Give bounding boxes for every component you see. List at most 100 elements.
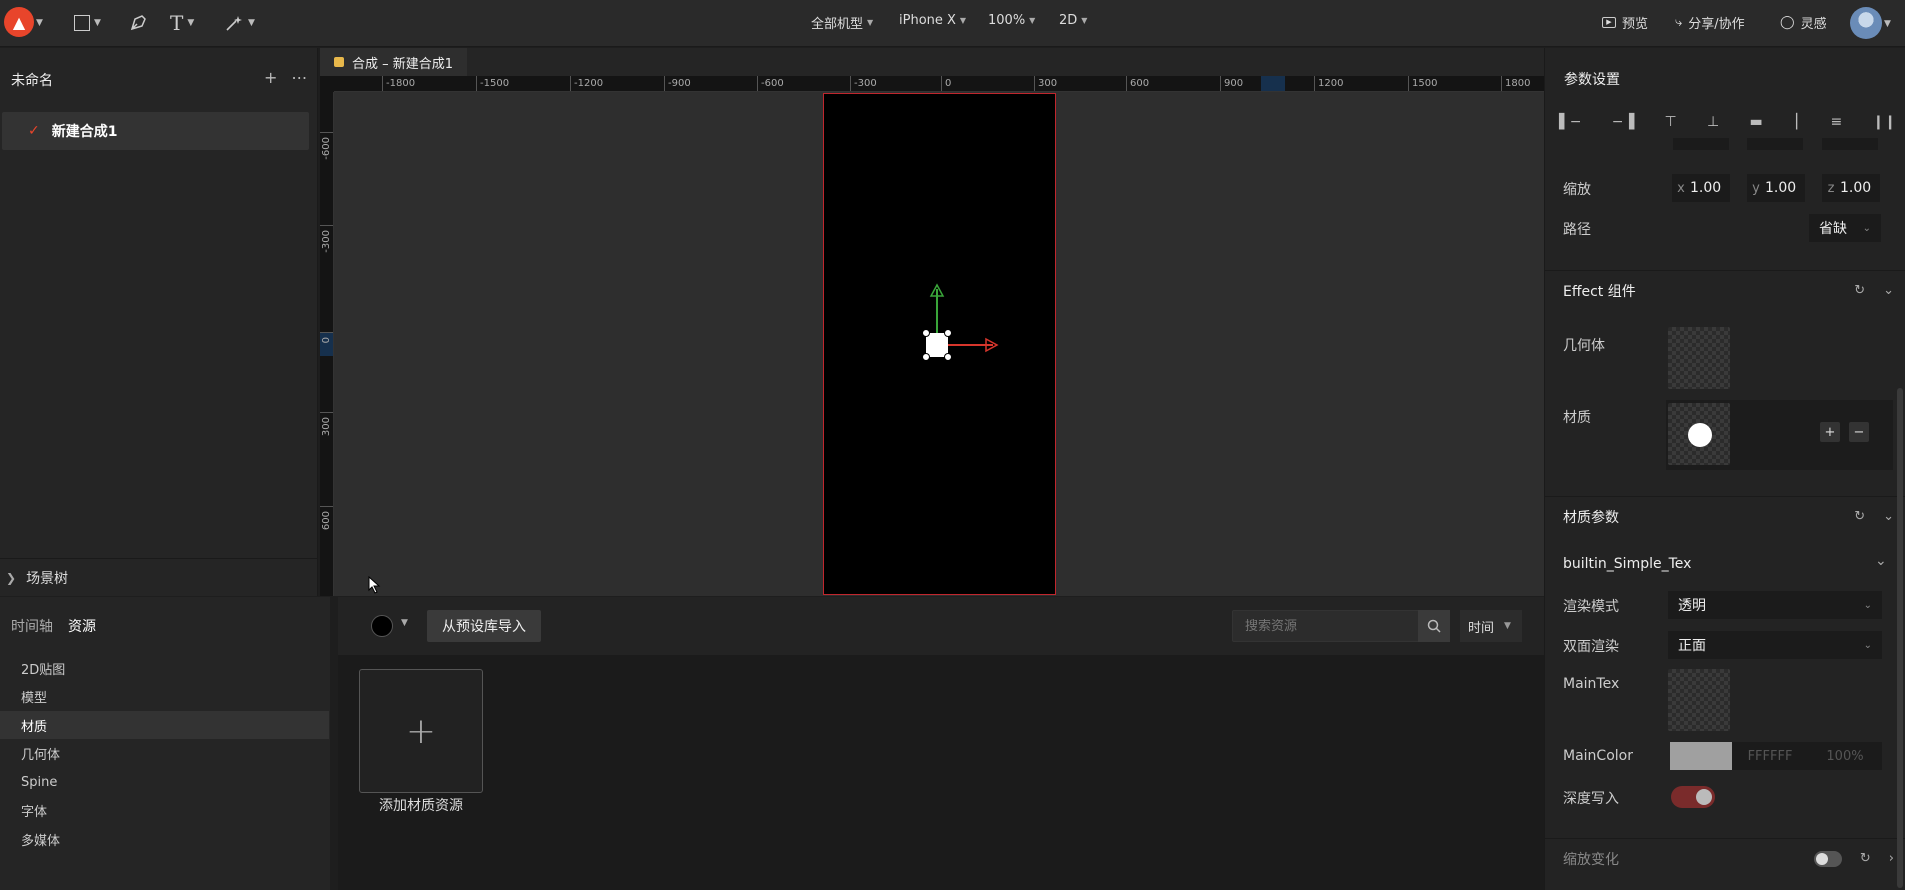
ruler-tick: 1800: [1501, 76, 1530, 91]
maincolor-swatch[interactable]: [1670, 742, 1732, 770]
logo-menu-button[interactable]: ▼: [36, 11, 43, 35]
maincolor-alpha-field[interactable]: 100%: [1808, 742, 1882, 770]
ruler-tick: -1800: [382, 76, 415, 91]
reset-icon[interactable]: ↻: [1860, 851, 1871, 866]
canvas-viewport[interactable]: [334, 92, 1544, 596]
rotation-row-clipped: [1545, 138, 1905, 150]
search-input[interactable]: [1233, 618, 1403, 634]
resource-type-item[interactable]: Spine: [0, 768, 329, 796]
sort-dropdown[interactable]: 时间 ▼: [1460, 610, 1522, 642]
effect-section-header[interactable]: Effect 组件 ↻ ⌄: [1545, 270, 1905, 310]
scale-y-field[interactable]: y 1.00: [1747, 174, 1805, 202]
horizontal-ruler[interactable]: -1800 -1500 -1200 -900 -600 -300 0 300 6…: [334, 76, 1544, 92]
align-center-vertical-icon[interactable]: ▬: [1749, 114, 1762, 130]
background-color-swatch[interactable]: [371, 615, 393, 637]
align-top-icon[interactable]: ⊤: [1665, 114, 1677, 130]
chevron-right-icon[interactable]: ›: [1889, 851, 1894, 866]
shape-tool-button[interactable]: ▼: [74, 11, 101, 35]
resource-type-item[interactable]: 模型: [0, 682, 329, 710]
selected-item[interactable]: [926, 333, 948, 357]
resize-handle[interactable]: [944, 329, 952, 337]
rotation-z-field[interactable]: [1822, 138, 1878, 150]
panel-scrollbar[interactable]: [1897, 388, 1903, 888]
transform-gizmo[interactable]: [823, 93, 1056, 595]
material-thumbnail[interactable]: [1668, 403, 1730, 465]
ruler-tick: 1500: [1408, 76, 1437, 91]
rectangle-icon: [74, 15, 90, 31]
composition-item[interactable]: ✓ 新建合成1: [2, 112, 309, 150]
tab-composition[interactable]: 合成 – 新建合成1: [320, 48, 468, 76]
scale-change-section-header[interactable]: 缩放变化 ↻ ›: [1545, 838, 1905, 878]
add-composition-icon[interactable]: +: [264, 68, 277, 87]
vertical-ruler[interactable]: -600 -300 0 300 600: [320, 92, 334, 596]
zoom-dropdown[interactable]: 100% ▼: [988, 13, 1035, 28]
resource-type-item[interactable]: 材质: [0, 711, 329, 739]
resource-type-item[interactable]: 2D贴图: [0, 654, 329, 682]
rotation-x-field[interactable]: [1673, 138, 1729, 150]
chevron-down-icon[interactable]: ▼: [401, 618, 408, 628]
chevron-down-icon[interactable]: ⌄: [1875, 553, 1887, 569]
maincolor-hex-field[interactable]: FFFFFF: [1732, 742, 1808, 770]
device-dropdown[interactable]: iPhone X ▼: [899, 13, 966, 28]
device-stage[interactable]: [823, 93, 1056, 595]
maintex-thumbnail[interactable]: [1668, 669, 1730, 731]
reset-icon[interactable]: ↻: [1854, 283, 1865, 298]
path-dropdown[interactable]: 省缺 ⌄: [1809, 214, 1881, 242]
tab-timeline[interactable]: 时间轴: [11, 616, 53, 636]
geometry-thumbnail[interactable]: [1668, 327, 1730, 389]
document-tabs: 合成 – 新建合成1: [320, 48, 1544, 76]
user-avatar[interactable]: [1850, 7, 1882, 39]
scale-x-field[interactable]: x 1.00: [1672, 174, 1730, 202]
chevron-down-icon: ▼: [94, 18, 101, 28]
double-side-dropdown[interactable]: 正面 ⌄: [1668, 631, 1882, 659]
ruler-origin-highlight: [320, 332, 333, 356]
material-slot: + −: [1666, 400, 1893, 470]
material-params-section-header[interactable]: 材质参数 ↻ ⌄: [1545, 496, 1905, 536]
depth-write-toggle[interactable]: [1671, 786, 1715, 808]
add-material-tile[interactable]: +: [359, 669, 483, 793]
distribute-horizontal-icon[interactable]: ❙❙: [1873, 114, 1896, 130]
chevron-down-icon[interactable]: ⌄: [1883, 283, 1894, 298]
magic-tool-button[interactable]: ▼: [224, 11, 255, 35]
chevron-down-icon[interactable]: ⌄: [1883, 509, 1894, 524]
top-toolbar: ▲ ▼ ▼ T ▼ ▼ 全部机型 ▼ iPhone X ▼ 100% ▼ 2D ▼ ▶ …: [0, 0, 1905, 47]
align-left-icon[interactable]: ▌−: [1559, 114, 1582, 130]
scale-z-field[interactable]: z 1.00: [1822, 174, 1880, 202]
remove-material-button[interactable]: −: [1849, 422, 1869, 442]
align-bottom-icon[interactable]: ⊥: [1707, 114, 1719, 130]
text-tool-button[interactable]: T ▼: [170, 11, 194, 35]
view-mode-dropdown[interactable]: 2D ▼: [1059, 13, 1087, 28]
rotation-y-field[interactable]: [1747, 138, 1803, 150]
chevron-down-icon: ▼: [959, 16, 967, 25]
preview-button[interactable]: ▶ 预览: [1602, 13, 1648, 32]
ruler-tick: 1200: [1314, 76, 1343, 91]
account-menu-button[interactable]: ▼: [1884, 12, 1891, 36]
inspiration-button[interactable]: ◯ 灵感: [1780, 13, 1827, 32]
more-icon[interactable]: ⋯: [291, 68, 307, 87]
app-logo-icon[interactable]: ▲: [4, 7, 34, 37]
chevron-down-icon: ⌄: [1863, 639, 1872, 651]
panel-title: 参数设置: [1564, 72, 1620, 88]
align-center-horizontal-icon[interactable]: ⎮: [1793, 114, 1800, 130]
resize-handle[interactable]: [922, 353, 930, 361]
resource-type-item[interactable]: 多媒体: [0, 825, 329, 853]
tab-resources[interactable]: 资源: [68, 616, 96, 636]
scale-change-toggle[interactable]: [1813, 850, 1842, 867]
chevron-down-icon: ▼: [1884, 19, 1891, 29]
reset-icon[interactable]: ↻: [1854, 509, 1865, 524]
resize-handle[interactable]: [944, 353, 952, 361]
path-label: 路径: [1563, 222, 1591, 238]
resize-handle[interactable]: [922, 329, 930, 337]
device-filter-dropdown[interactable]: 全部机型 ▼: [811, 13, 873, 32]
add-material-button[interactable]: +: [1820, 422, 1840, 442]
render-mode-dropdown[interactable]: 透明 ⌄: [1668, 591, 1882, 619]
distribute-vertical-icon[interactable]: ≡: [1831, 114, 1843, 130]
search-button[interactable]: [1418, 610, 1450, 642]
scene-tree-toggle[interactable]: ❯ 场景树: [0, 558, 318, 596]
share-button[interactable]: ⤷ 分享/协作: [1675, 13, 1745, 32]
align-right-icon[interactable]: −▐: [1612, 114, 1635, 130]
resource-type-item[interactable]: 字体: [0, 796, 329, 824]
import-from-preset-button[interactable]: 从预设库导入: [427, 610, 541, 642]
pen-tool-button[interactable]: [128, 11, 148, 35]
resource-type-item[interactable]: 几何体: [0, 739, 329, 767]
